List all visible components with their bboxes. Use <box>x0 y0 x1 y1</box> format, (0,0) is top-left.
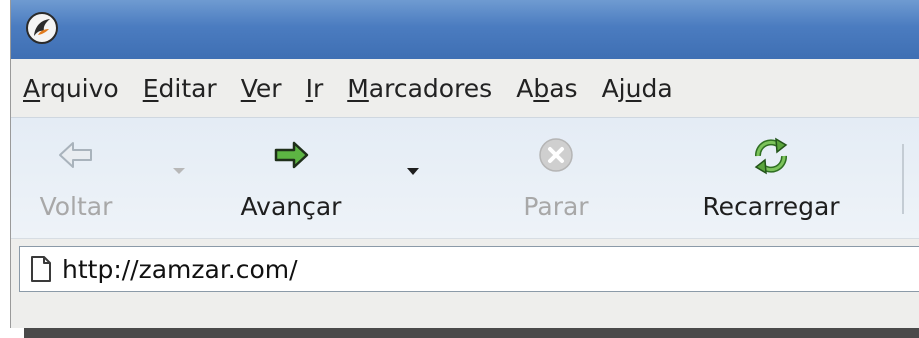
address-url: http://zamzar.com/ <box>62 254 298 284</box>
title-bar <box>11 0 919 59</box>
address-bar[interactable]: http://zamzar.com/ <box>19 246 919 292</box>
forward-button[interactable]: Avançar <box>216 126 366 234</box>
reload-icon <box>754 137 788 175</box>
stop-button-label: Parar <box>523 192 589 221</box>
forward-arrow-icon <box>274 141 309 169</box>
stop-button[interactable]: Parar <box>501 126 611 234</box>
reload-button[interactable]: Recarregar <box>671 126 871 234</box>
toolbar-separator <box>902 144 904 214</box>
menu-ajuda[interactable]: Ajuda <box>602 74 673 103</box>
stop-icon <box>539 138 573 172</box>
menu-bar: Arquivo Editar Ver Ir Marcadores Abas Aj… <box>11 59 919 117</box>
forward-history-dropdown[interactable] <box>407 168 419 175</box>
menu-editar[interactable]: Editar <box>143 74 217 103</box>
menu-ver[interactable]: Ver <box>241 74 282 103</box>
browser-window: Arquivo Editar Ver Ir Marcadores Abas Aj… <box>10 0 919 328</box>
firebird-app-icon[interactable] <box>25 11 59 45</box>
menu-marcadores[interactable]: Marcadores <box>347 74 492 103</box>
page-icon <box>31 256 51 282</box>
navigation-toolbar: Voltar Avançar Parar Recarregar <box>11 117 919 238</box>
reload-button-label: Recarregar <box>702 192 840 221</box>
back-history-dropdown[interactable] <box>173 168 185 174</box>
back-button[interactable]: Voltar <box>11 126 141 234</box>
menu-abas[interactable]: Abas <box>516 74 577 103</box>
back-arrow-icon <box>59 142 92 168</box>
back-button-label: Voltar <box>39 192 113 221</box>
menu-ir[interactable]: Ir <box>306 74 324 103</box>
forward-button-label: Avançar <box>240 192 342 221</box>
address-toolbar: http://zamzar.com/ <box>11 238 919 299</box>
menu-arquivo[interactable]: Arquivo <box>23 74 119 103</box>
